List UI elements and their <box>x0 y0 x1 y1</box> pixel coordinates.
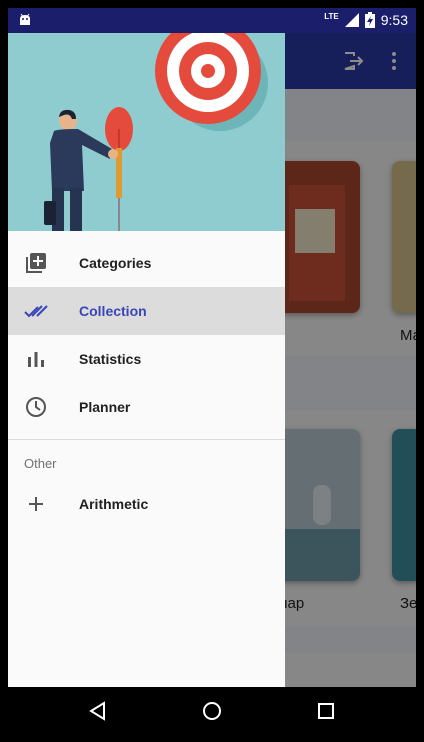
drawer-item-label: Collection <box>79 303 147 319</box>
bar-chart-icon <box>28 352 44 367</box>
drawer-item-planner[interactable]: Planner <box>8 383 285 431</box>
drawer-item-label: Categories <box>79 255 152 271</box>
drawer-item-label: Planner <box>79 399 131 415</box>
plus-icon <box>29 497 43 511</box>
double-check-icon <box>24 305 48 318</box>
drawer-item-arithmetic[interactable]: Arithmetic <box>8 480 285 528</box>
add-box-icon <box>26 253 46 273</box>
recents-icon[interactable] <box>314 699 338 723</box>
drawer-subheader: Other <box>24 456 57 471</box>
phone-screen: LTE 9:53 М ллар Зе Categories Collection… <box>8 8 416 734</box>
drawer-item-collection[interactable]: Collection <box>8 287 285 335</box>
status-bar: LTE 9:53 <box>8 8 416 33</box>
signal-icon <box>344 13 359 27</box>
battery-charging-icon <box>364 12 375 28</box>
drawer-header-image <box>8 33 285 231</box>
drawer-item-label: Arithmetic <box>79 496 149 512</box>
home-icon[interactable] <box>200 699 224 723</box>
navigation-drawer: Categories Collection Statistics Planner… <box>8 33 285 687</box>
drawer-item-label: Statistics <box>79 351 142 367</box>
clock: 9:53 <box>380 12 408 28</box>
back-icon[interactable] <box>86 699 110 723</box>
drawer-item-categories[interactable]: Categories <box>8 239 285 287</box>
drawer-item-statistics[interactable]: Statistics <box>8 335 285 383</box>
network-type: LTE <box>324 11 339 21</box>
system-navigation-bar <box>8 687 416 734</box>
android-icon <box>20 13 30 25</box>
clock-icon <box>26 397 46 417</box>
drawer-menu: Categories Collection Statistics Planner… <box>8 231 285 528</box>
